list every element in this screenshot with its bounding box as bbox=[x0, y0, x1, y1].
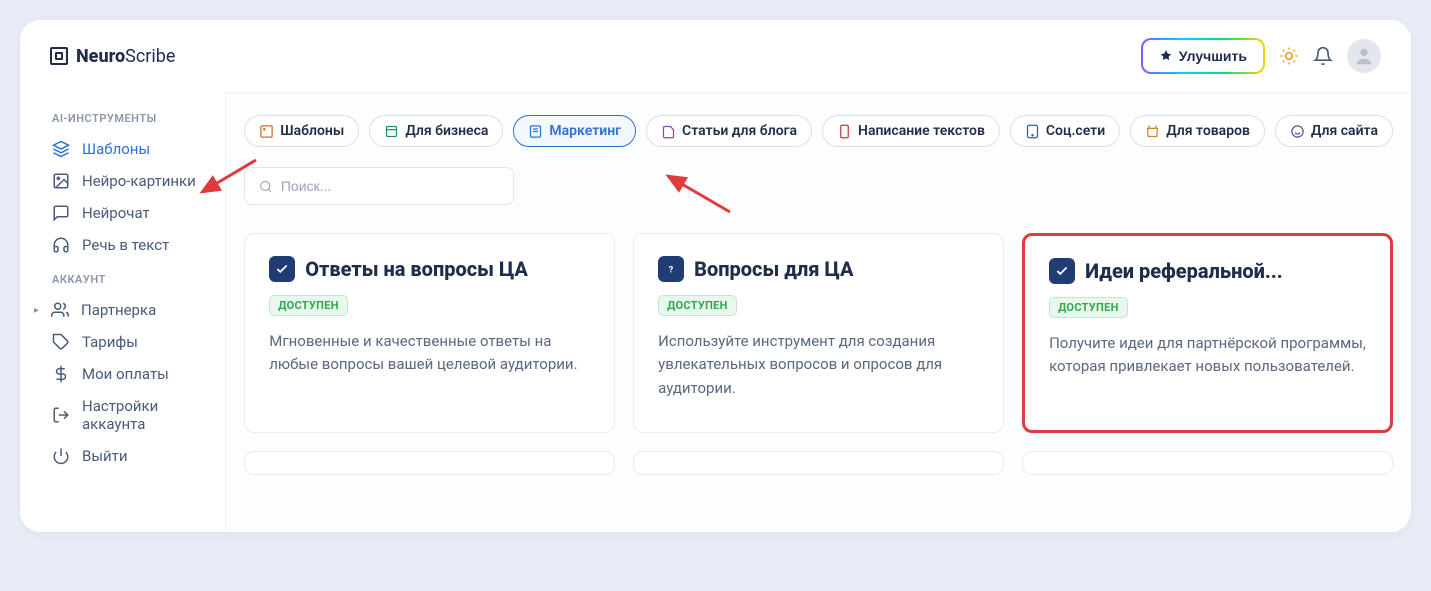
search-wrap bbox=[244, 167, 1393, 205]
card-desc: Получите идеи для партнёрской программы,… bbox=[1049, 332, 1366, 379]
rocket-icon bbox=[1159, 49, 1173, 63]
sidebar-section-ai: AI-ИНСТРУМЕНТЫ bbox=[42, 100, 215, 133]
sidebar-item-logout[interactable]: Выйти bbox=[42, 440, 215, 472]
templates-chip-icon bbox=[259, 124, 274, 139]
dollar-icon bbox=[52, 365, 70, 383]
header-actions: Улучшить bbox=[1141, 38, 1381, 74]
avatar[interactable] bbox=[1347, 39, 1381, 73]
products-chip-icon bbox=[1145, 124, 1160, 139]
chat-icon bbox=[52, 204, 70, 222]
card-desc: Мгновенные и качественные ответы на любы… bbox=[269, 330, 590, 377]
search-icon bbox=[259, 179, 273, 194]
card-peek[interactable] bbox=[1022, 451, 1393, 475]
main: Шаблоны Для бизнеса Маркетинг Статьи для… bbox=[225, 92, 1411, 532]
upgrade-label: Улучшить bbox=[1179, 48, 1247, 64]
chip-social[interactable]: Соц.сети bbox=[1010, 115, 1120, 147]
question-badge-icon: ? bbox=[658, 256, 684, 282]
header: NeuroScribe Улучшить bbox=[20, 20, 1411, 92]
chip-label: Для сайта bbox=[1311, 123, 1378, 139]
status-badge: ДОСТУПЕН bbox=[1049, 297, 1128, 318]
power-icon bbox=[52, 447, 70, 465]
business-chip-icon bbox=[384, 124, 399, 139]
chip-label: Для товаров bbox=[1166, 123, 1250, 139]
sidebar-item-templates[interactable]: Шаблоны bbox=[42, 133, 215, 165]
chip-label: Соц.сети bbox=[1046, 123, 1105, 139]
headphones-icon bbox=[52, 236, 70, 254]
exit-icon bbox=[52, 406, 70, 424]
chip-blog[interactable]: Статьи для блога bbox=[646, 115, 812, 147]
sidebar-item-pricing[interactable]: Тарифы bbox=[42, 326, 215, 358]
chip-label: Маркетинг bbox=[549, 123, 621, 139]
status-badge: ДОСТУПЕН bbox=[658, 295, 737, 316]
website-chip-icon bbox=[1290, 124, 1305, 139]
writing-chip-icon bbox=[837, 124, 852, 139]
sidebar-item-images[interactable]: Нейро-картинки bbox=[42, 165, 215, 197]
users-icon bbox=[51, 301, 69, 319]
chip-business[interactable]: Для бизнеса bbox=[369, 115, 503, 147]
sidebar-item-chat[interactable]: Нейрочат bbox=[42, 197, 215, 229]
card-peek[interactable] bbox=[633, 451, 1004, 475]
card-answers[interactable]: Ответы на вопросы ЦА ДОСТУПЕН Мгновенные… bbox=[244, 233, 615, 433]
layers-icon bbox=[52, 140, 70, 158]
chip-label: Написание текстов bbox=[858, 123, 985, 139]
card-title: Вопросы для ЦА bbox=[694, 257, 853, 281]
chip-products[interactable]: Для товаров bbox=[1130, 115, 1265, 147]
chip-writing[interactable]: Написание текстов bbox=[822, 115, 1000, 147]
sidebar-item-label: Выйти bbox=[82, 447, 128, 465]
sidebar: AI-ИНСТРУМЕНТЫ Шаблоны Нейро-картинки Не… bbox=[20, 92, 225, 532]
social-chip-icon bbox=[1025, 124, 1040, 139]
card-desc: Используйте инструмент для создания увле… bbox=[658, 330, 979, 400]
card-referral[interactable]: Идеи реферальной... ДОСТУПЕН Получите ид… bbox=[1022, 233, 1393, 433]
status-badge: ДОСТУПЕН bbox=[269, 295, 348, 316]
search-box[interactable] bbox=[244, 167, 514, 205]
tag-icon bbox=[52, 333, 70, 351]
chip-marketing[interactable]: Маркетинг bbox=[513, 115, 636, 147]
sidebar-item-settings[interactable]: Настройки аккаунта bbox=[42, 390, 215, 440]
image-icon bbox=[52, 172, 70, 190]
marketing-chip-icon bbox=[528, 124, 543, 139]
sidebar-item-speech[interactable]: Речь в текст bbox=[42, 229, 215, 261]
card-title: Идеи реферальной... bbox=[1085, 259, 1283, 283]
card-title: Ответы на вопросы ЦА bbox=[305, 257, 528, 281]
card-peek[interactable] bbox=[244, 451, 615, 475]
card-questions[interactable]: ? Вопросы для ЦА ДОСТУПЕН Используйте ин… bbox=[633, 233, 1004, 433]
filter-row: Шаблоны Для бизнеса Маркетинг Статьи для… bbox=[244, 115, 1393, 147]
blog-chip-icon bbox=[661, 124, 676, 139]
check-badge-icon bbox=[1049, 258, 1075, 284]
sidebar-item-label: Шаблоны bbox=[82, 140, 150, 158]
app-window: NeuroScribe Улучшить AI-ИНСТРУМЕНТЫ Шабл… bbox=[20, 20, 1411, 532]
sidebar-section-account: АККАУНТ bbox=[42, 261, 215, 294]
sidebar-item-label: Тарифы bbox=[82, 333, 138, 351]
chip-website[interactable]: Для сайта bbox=[1275, 115, 1393, 147]
check-badge-icon bbox=[269, 256, 295, 282]
sidebar-item-label: Речь в текст bbox=[82, 236, 169, 254]
logo[interactable]: NeuroScribe bbox=[50, 46, 175, 67]
sidebar-item-label: Настройки аккаунта bbox=[82, 397, 205, 433]
sidebar-item-label: Нейрочат bbox=[82, 204, 150, 222]
notifications-icon[interactable] bbox=[1313, 46, 1333, 66]
theme-toggle-icon[interactable] bbox=[1279, 46, 1299, 66]
sidebar-item-label: Нейро-картинки bbox=[82, 172, 196, 190]
chip-label: Статьи для блога bbox=[682, 123, 797, 139]
body: AI-ИНСТРУМЕНТЫ Шаблоны Нейро-картинки Не… bbox=[20, 92, 1411, 532]
svg-text:?: ? bbox=[669, 265, 674, 276]
sidebar-item-label: Партнерка bbox=[81, 301, 156, 319]
search-input[interactable] bbox=[281, 178, 499, 194]
cards-grid: Ответы на вопросы ЦА ДОСТУПЕН Мгновенные… bbox=[244, 233, 1393, 433]
chip-all-templates[interactable]: Шаблоны bbox=[244, 115, 359, 147]
cards-next-row bbox=[244, 451, 1393, 475]
sidebar-item-payments[interactable]: Мои оплаты bbox=[42, 358, 215, 390]
upgrade-button[interactable]: Улучшить bbox=[1141, 38, 1265, 74]
sidebar-item-label: Мои оплаты bbox=[82, 365, 169, 383]
chip-label: Для бизнеса bbox=[405, 123, 488, 139]
logo-text: NeuroScribe bbox=[76, 46, 175, 67]
user-icon bbox=[1353, 45, 1375, 67]
logo-icon bbox=[50, 47, 68, 65]
chip-label: Шаблоны bbox=[280, 123, 344, 139]
sidebar-item-affiliate[interactable]: ▸ Партнерка bbox=[42, 294, 215, 326]
chevron-right-icon: ▸ bbox=[34, 305, 39, 316]
